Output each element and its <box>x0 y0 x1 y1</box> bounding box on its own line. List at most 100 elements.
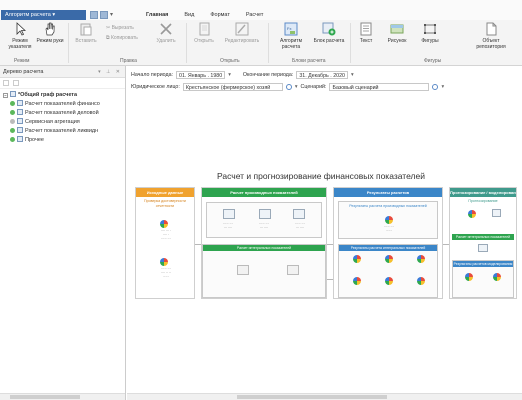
save-icon[interactable] <box>90 11 98 19</box>
tab-calculation[interactable]: Расчет <box>238 10 272 20</box>
derived-block[interactable]: ····· ··· ··· ···· ····· ··· ··· ···· ····… <box>206 202 322 238</box>
collapse-toggle-icon[interactable]: − <box>3 93 8 98</box>
calc-status-icon[interactable] <box>160 220 168 228</box>
tab-view[interactable]: Вид <box>176 10 202 20</box>
shapes-button[interactable]: Фигуры <box>414 22 446 56</box>
calc-node[interactable] <box>492 209 501 217</box>
diagram-canvas[interactable]: Расчет и прогнозирование финансовых пока… <box>127 94 522 393</box>
hand-mode-button[interactable]: Режим руки <box>34 22 66 56</box>
search-icon[interactable] <box>432 84 439 90</box>
end-period-field[interactable]: 31. Декабрь . 2020 <box>296 71 348 79</box>
calc-status-icon[interactable] <box>417 277 425 285</box>
column-source-data[interactable]: Исходные данные Проверка достоверности о… <box>135 187 195 299</box>
chevron-down-icon[interactable]: ▾ <box>351 72 354 78</box>
tree-item[interactable]: Расчет показателей ликвидн <box>3 127 125 136</box>
expand-icon[interactable] <box>13 80 19 86</box>
calc-status-icon[interactable] <box>385 255 393 263</box>
tree-item-label: Прочее <box>25 137 44 143</box>
text-button[interactable]: Текст <box>352 22 380 56</box>
scrollbar-thumb[interactable] <box>237 395 387 399</box>
calc-status-icon[interactable] <box>417 255 425 263</box>
tab-format[interactable]: Формат <box>202 10 238 20</box>
results-derived-block[interactable]: Результаты расчета производных показател… <box>338 201 438 239</box>
chevron-down-icon[interactable]: ▾ <box>228 72 231 78</box>
calc-node[interactable] <box>293 209 305 219</box>
edit-button[interactable]: Редактировать <box>222 22 262 56</box>
scrollbar-thumb[interactable] <box>10 395 80 399</box>
group-label-shapes: Фигуры <box>424 58 442 64</box>
paste-icon <box>80 23 92 36</box>
calc-tree-panel: Дерево расчета ▾ ⊥ ✕ − *Общий граф расчет… <box>0 66 126 400</box>
modeling-results-block[interactable]: Результаты расчетов моделирования <box>452 260 514 298</box>
column-forecasting[interactable]: Прогнозирование / моделирование Прогнози… <box>449 187 517 299</box>
image-label: Рисунок <box>387 38 407 44</box>
tab-home[interactable]: Главная <box>138 10 176 20</box>
group-label-edit: Правка <box>120 58 137 64</box>
open-label: Открыть <box>194 38 214 44</box>
column-header: Исходные данные <box>136 188 194 197</box>
calc-status-icon[interactable] <box>160 258 168 266</box>
collapse-icon[interactable] <box>3 80 9 86</box>
hand-icon <box>45 22 55 36</box>
open-button[interactable]: Открыть <box>188 22 220 56</box>
tree-item[interactable]: Прочее <box>3 136 125 145</box>
delete-button[interactable]: Удалить <box>150 22 182 56</box>
undo-icon[interactable] <box>100 11 108 19</box>
calc-block-button[interactable]: Блок расчета <box>312 22 346 56</box>
calc-status-icon[interactable] <box>465 273 473 281</box>
copy-label: Копировать <box>110 35 138 41</box>
status-ok-icon <box>10 137 15 142</box>
cut-button[interactable]: ✂ Вырезать <box>106 25 134 31</box>
scenario-field[interactable]: Базовый сценарий <box>329 83 430 91</box>
tree-item-root[interactable]: − *Общий граф расчета <box>3 91 125 100</box>
repository-object-button[interactable]: Объект репозитория <box>470 22 512 56</box>
entity-field[interactable]: Крестьянское (фермерское) хозяй <box>182 83 283 91</box>
calc-status-icon[interactable] <box>493 273 501 281</box>
node-caption: ····· ··· ···· ·· ·· ····· <box>160 267 172 279</box>
copy-button[interactable]: ⧉ Копировать <box>106 35 138 41</box>
calc-status-icon[interactable] <box>385 216 393 224</box>
column-results[interactable]: Результаты расчетов Результаты расчета п… <box>333 187 443 299</box>
edit-icon <box>235 22 249 36</box>
hand-mode-label: Режим руки <box>36 38 64 44</box>
calc-status-icon[interactable] <box>468 210 476 218</box>
panel-controls[interactable]: ▾ ⊥ ✕ <box>98 66 122 78</box>
tree-item[interactable]: Сервисная агрегация <box>3 118 125 127</box>
status-ok-icon <box>10 110 15 115</box>
calc-node[interactable] <box>287 265 299 275</box>
tree-item-label: Сервисная агрегация <box>25 119 80 125</box>
calc-node[interactable] <box>237 265 249 275</box>
column-header: Расчет производных показателей <box>202 188 326 197</box>
integral-block[interactable]: Расчет интегральных показателей <box>202 244 326 298</box>
calc-node[interactable] <box>259 209 271 219</box>
paste-button[interactable]: Вставить <box>70 22 102 56</box>
tree-item-label: Расчет показателей ликвидн <box>25 128 99 134</box>
title-bar: Алгоритм расчета ▾ ▾ Главная Вид Формат … <box>0 0 522 20</box>
algorithm-button[interactable]: Fx Алгоритм расчета <box>272 22 310 56</box>
results-integral-block[interactable]: Результаты расчета интегральных показате… <box>338 244 438 298</box>
image-button[interactable]: Рисунок <box>382 22 412 56</box>
paste-label: Вставить <box>75 38 97 44</box>
calc-node[interactable] <box>223 209 235 219</box>
connector-line <box>443 244 449 245</box>
horizontal-scrollbar[interactable] <box>0 393 125 400</box>
column-subheader: Прогнозирование <box>468 199 498 203</box>
chevron-down-icon[interactable]: ▾ <box>295 84 298 90</box>
pointer-mode-button[interactable]: Режим указателя <box>4 22 36 56</box>
calc-status-icon[interactable] <box>385 277 393 285</box>
tree-item[interactable]: Расчет показателей деловой <box>3 109 125 118</box>
canvas-horizontal-scrollbar[interactable] <box>127 393 522 400</box>
calc-status-icon[interactable] <box>353 277 361 285</box>
image-icon <box>390 24 404 34</box>
app-menu-button[interactable]: Алгоритм расчета ▾ <box>1 10 86 20</box>
column-derived-calc[interactable]: Расчет производных показателей ····· ···… <box>201 187 327 299</box>
calc-status-icon[interactable] <box>353 255 361 263</box>
search-icon[interactable] <box>285 84 292 90</box>
chevron-down-icon[interactable]: ▾ <box>441 84 444 90</box>
start-period-field[interactable]: 01. Январь . 1980 <box>176 71 226 79</box>
calc-node[interactable] <box>478 244 488 252</box>
ribbon: Режим указателя Режим руки Вставить ✂ Вы… <box>0 20 522 66</box>
tree-item-label: *Общий граф расчета <box>18 92 78 98</box>
chevron-down-icon[interactable]: ▾ <box>110 11 116 19</box>
tree-item[interactable]: Расчет показателей финансо <box>3 100 125 109</box>
